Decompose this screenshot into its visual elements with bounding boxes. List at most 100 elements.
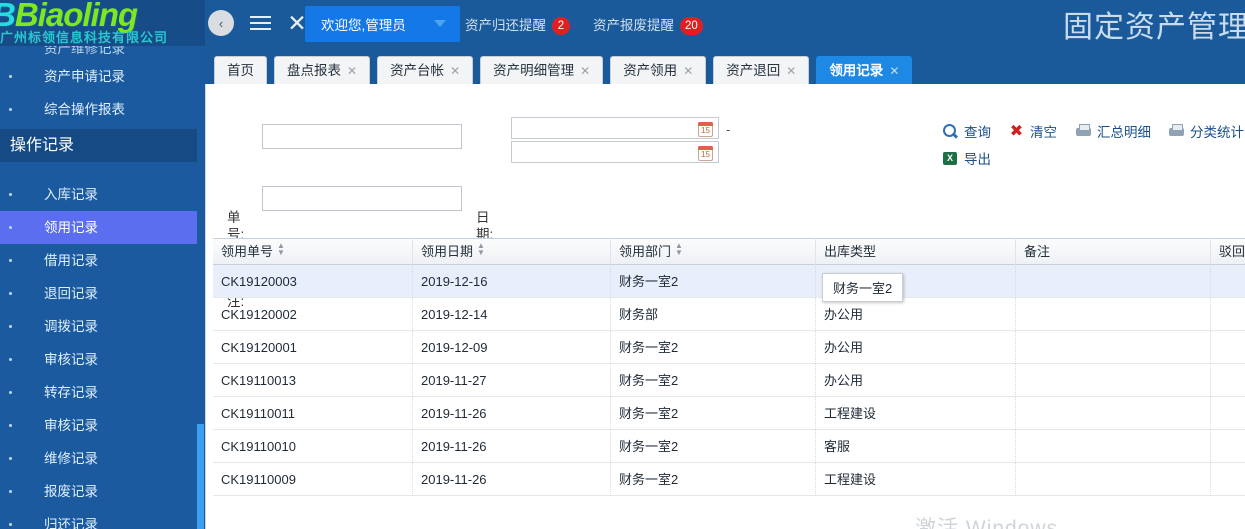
tab-requisition-records-label: 领用记录 bbox=[829, 63, 884, 78]
table-row[interactable]: CK19110010 2019-11-26 财务一室2 客服 bbox=[213, 429, 1245, 463]
sidebar-item-giveback[interactable]: 归还记录 bbox=[0, 508, 197, 529]
sidebar-item-inbound[interactable]: 入库记录 bbox=[0, 178, 197, 211]
order-no-input[interactable] bbox=[262, 124, 462, 149]
table-row[interactable]: CK19120003 2019-12-16 财务一室2 办公用 bbox=[213, 264, 1245, 298]
cell-type: 工程建设 bbox=[816, 462, 1016, 496]
sidebar-item-audit-1[interactable]: 审核记录 bbox=[0, 343, 197, 376]
calendar-icon[interactable]: 15 bbox=[698, 146, 713, 161]
sidebar-item-storage[interactable]: 转存记录 bbox=[0, 376, 197, 409]
summary-detail-button[interactable]: 汇总明细 bbox=[1075, 121, 1151, 141]
tab-close-icon[interactable]: ✕ bbox=[786, 64, 796, 78]
alert-scrap-reminder[interactable]: 资产报废提醒 20 bbox=[593, 14, 703, 35]
tab-requisition-records[interactable]: 领用记录 ✕ bbox=[816, 56, 913, 84]
sidebar-item-clipped[interactable]: 资产维修记录 bbox=[0, 46, 197, 60]
tab-asset-ledger-label: 资产台帐 bbox=[390, 63, 445, 78]
tab-asset-requisition[interactable]: 资产领用 ✕ bbox=[610, 56, 707, 84]
cell-remark bbox=[1016, 363, 1211, 397]
column-header-type[interactable]: 出库类型 bbox=[816, 238, 1016, 265]
cell-type: 办公用 bbox=[816, 330, 1016, 364]
category-stats-button[interactable]: 分类统计 bbox=[1168, 121, 1244, 141]
column-header-remark[interactable]: 备注 bbox=[1016, 238, 1211, 265]
hamburger-icon[interactable] bbox=[243, 16, 277, 30]
user-menu-button[interactable]: 欢迎您,管理员 bbox=[305, 6, 460, 42]
alert-scrap-label: 资产报废提醒 bbox=[593, 18, 674, 33]
header-controls: ‹ ✕ bbox=[205, 0, 312, 46]
sort-icon[interactable]: ▲ ▼ bbox=[675, 242, 683, 257]
cell-date: 2019-12-16 bbox=[413, 264, 611, 298]
cell-remark bbox=[1016, 330, 1211, 364]
cell-date: 2019-11-26 bbox=[413, 429, 611, 463]
cell-type: 客服 bbox=[816, 429, 1016, 463]
search-button[interactable]: 查询 bbox=[942, 121, 991, 141]
column-header-date-label: 领用日期 bbox=[421, 244, 474, 259]
sidebar-item-return[interactable]: 退回记录 bbox=[0, 277, 197, 310]
cell-dept: 财务部 bbox=[611, 297, 816, 331]
cell-dept: 财务一室2 bbox=[611, 264, 816, 298]
sidebar-item-repair[interactable]: 维修记录 bbox=[0, 442, 197, 475]
column-header-order-no[interactable]: 领用单号 ▲ ▼ bbox=[213, 238, 413, 265]
table-header-row: 领用单号 ▲ ▼ 领用日期 ▲ ▼ 领用部门 ▲ ▼ 出库类型 备注 驳回 bbox=[213, 238, 1245, 265]
tab-asset-ledger[interactable]: 资产台帐 ✕ bbox=[377, 56, 474, 84]
cell-date: 2019-11-27 bbox=[413, 363, 611, 397]
tab-home[interactable]: 首页 bbox=[214, 56, 267, 84]
tab-inventory-report[interactable]: 盘点报表 ✕ bbox=[274, 56, 371, 84]
cell-date: 2019-11-26 bbox=[413, 462, 611, 496]
clear-button-label: 清空 bbox=[1030, 125, 1057, 140]
tab-close-icon[interactable]: ✕ bbox=[347, 64, 357, 78]
sidebar-item-transfer[interactable]: 调拨记录 bbox=[0, 310, 197, 343]
tab-inventory-report-label: 盘点报表 bbox=[287, 63, 341, 78]
table-row[interactable]: CK19120001 2019-12-09 财务一室2 办公用 bbox=[213, 330, 1245, 364]
sort-icon[interactable]: ▲ ▼ bbox=[477, 242, 485, 257]
column-header-reject[interactable]: 驳回 bbox=[1211, 238, 1245, 265]
table-row[interactable]: CK19110011 2019-11-26 财务一室2 工程建设 bbox=[213, 396, 1245, 430]
tab-close-icon[interactable]: ✕ bbox=[683, 64, 693, 78]
sidebar-item-asset-apply[interactable]: 资产申请记录 bbox=[0, 60, 197, 93]
sidebar: BBiaoling 广州标领信息科技有限公司 资产维修记录 资产申请记录 综合操… bbox=[0, 0, 205, 529]
tab-asset-detail[interactable]: 资产明细管理 ✕ bbox=[480, 56, 604, 84]
content-panel: 单 号: 日 期: 15 15 - 备 注: 查询 ✖ 清空 bbox=[205, 84, 1245, 529]
sidebar-item-scrap[interactable]: 报废记录 bbox=[0, 475, 197, 508]
tab-asset-return[interactable]: 资产退回 ✕ bbox=[713, 56, 810, 84]
alert-return-reminder[interactable]: 资产归还提醒 2 bbox=[465, 14, 570, 35]
alert-scrap-badge: 20 bbox=[680, 17, 703, 35]
cell-tooltip: 财务一室2 bbox=[822, 273, 904, 302]
collapse-sidebar-button[interactable]: ‹ bbox=[208, 10, 234, 36]
sidebar-item-requisition[interactable]: 领用记录 bbox=[0, 211, 197, 244]
tab-asset-return-label: 资产退回 bbox=[726, 63, 781, 78]
export-button-label: 导出 bbox=[964, 152, 991, 167]
sort-icon[interactable]: ▲ ▼ bbox=[277, 242, 285, 257]
cell-type: 工程建设 bbox=[816, 396, 1016, 430]
sidebar-item-report[interactable]: 综合操作报表 bbox=[0, 93, 197, 126]
date-from-input[interactable]: 15 bbox=[511, 117, 719, 139]
clear-button[interactable]: ✖ 清空 bbox=[1008, 121, 1057, 141]
chevron-down-icon bbox=[434, 20, 446, 27]
records-table: 领用单号 ▲ ▼ 领用日期 ▲ ▼ 领用部门 ▲ ▼ 出库类型 备注 驳回 CK191200… bbox=[213, 238, 1245, 496]
date-to-input[interactable]: 15 bbox=[511, 141, 719, 163]
tab-close-icon[interactable]: ✕ bbox=[450, 64, 460, 78]
cell-reject bbox=[1211, 364, 1245, 397]
excel-icon bbox=[942, 150, 959, 167]
cell-order-no: CK19120003 bbox=[213, 264, 413, 298]
tab-close-icon[interactable]: ✕ bbox=[889, 64, 899, 78]
tab-close-icon[interactable]: ✕ bbox=[580, 64, 590, 78]
summary-detail-button-label: 汇总明细 bbox=[1097, 125, 1151, 140]
sidebar-scrollbar-thumb[interactable] bbox=[197, 424, 204, 529]
table-row[interactable]: CK19110013 2019-11-27 财务一室2 办公用 bbox=[213, 363, 1245, 397]
sidebar-item-borrow[interactable]: 借用记录 bbox=[0, 244, 197, 277]
remark-input[interactable] bbox=[262, 186, 462, 211]
cell-remark bbox=[1016, 429, 1211, 463]
sidebar-item-audit-2[interactable]: 审核记录 bbox=[0, 409, 197, 442]
cell-order-no: CK19120002 bbox=[213, 297, 413, 331]
column-header-dept[interactable]: 领用部门 ▲ ▼ bbox=[611, 238, 816, 265]
cell-reject bbox=[1211, 298, 1245, 331]
sidebar-section-operation-records: 操作记录 bbox=[0, 129, 197, 162]
cell-remark bbox=[1016, 264, 1211, 298]
calendar-icon[interactable]: 15 bbox=[698, 122, 713, 137]
export-button[interactable]: 导出 bbox=[942, 148, 991, 168]
cell-dept: 财务一室2 bbox=[611, 462, 816, 496]
column-header-date[interactable]: 领用日期 ▲ ▼ bbox=[413, 238, 611, 265]
table-row[interactable]: CK19110009 2019-11-26 财务一室2 工程建设 bbox=[213, 462, 1245, 496]
tab-home-label: 首页 bbox=[227, 63, 254, 78]
cell-remark bbox=[1016, 297, 1211, 331]
table-row[interactable]: CK19120002 2019-12-14 财务部 办公用 bbox=[213, 297, 1245, 331]
